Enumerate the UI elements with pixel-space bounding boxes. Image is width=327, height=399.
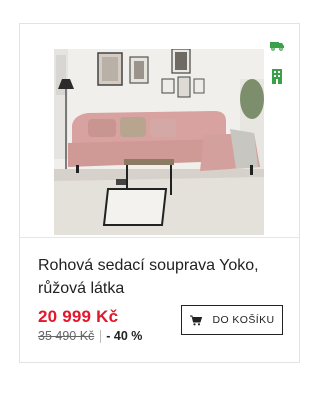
delivery-truck-icon [269, 38, 285, 54]
discount-badge: - 40 % [106, 329, 143, 343]
product-card[interactable]: Rohová sedací souprava Yoko, růžová látk… [19, 23, 300, 363]
product-title[interactable]: Rohová sedací souprava Yoko, růžová látk… [38, 254, 288, 300]
product-photo[interactable] [54, 49, 264, 235]
price-separator [100, 329, 102, 343]
current-price: 20 999 Kč [38, 307, 119, 326]
product-image-area[interactable] [20, 24, 299, 237]
old-price: 35 490 Kč [38, 329, 95, 343]
card-divider [20, 237, 299, 238]
old-price-row: 35 490 Kč - 40 % [38, 329, 142, 343]
sofa-photo-image [54, 49, 264, 235]
store-availability-icon [269, 69, 285, 85]
add-to-cart-button[interactable]: DO KOŠÍKU [181, 305, 283, 335]
add-to-cart-label: DO KOŠÍKU [212, 314, 275, 326]
shopping-cart-icon [189, 315, 202, 325]
